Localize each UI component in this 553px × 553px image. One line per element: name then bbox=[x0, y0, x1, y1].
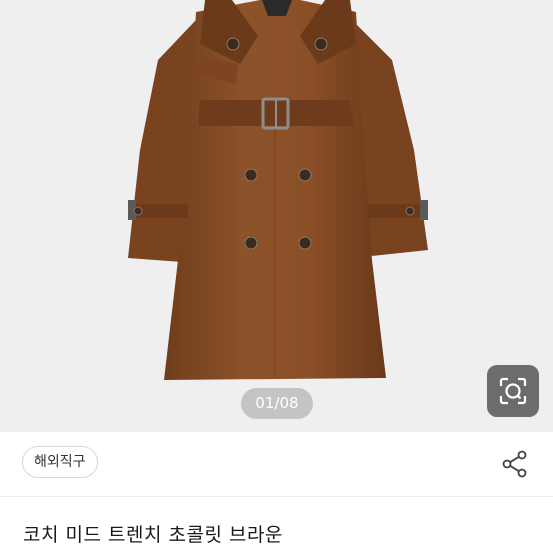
share-button[interactable] bbox=[499, 448, 531, 480]
trench-coat-photo bbox=[128, 0, 428, 380]
product-title: 코치 미드 트렌치 초콜릿 브라운 bbox=[23, 524, 283, 546]
overseas-purchase-badge: 해외직구 bbox=[22, 446, 98, 478]
image-search-button[interactable] bbox=[487, 365, 539, 417]
share-icon bbox=[502, 450, 527, 478]
section-divider bbox=[0, 496, 553, 497]
page-indicator: 01/08 bbox=[241, 388, 313, 419]
image-search-icon bbox=[499, 377, 527, 405]
product-image-gallery[interactable]: 01/08 bbox=[0, 0, 553, 432]
